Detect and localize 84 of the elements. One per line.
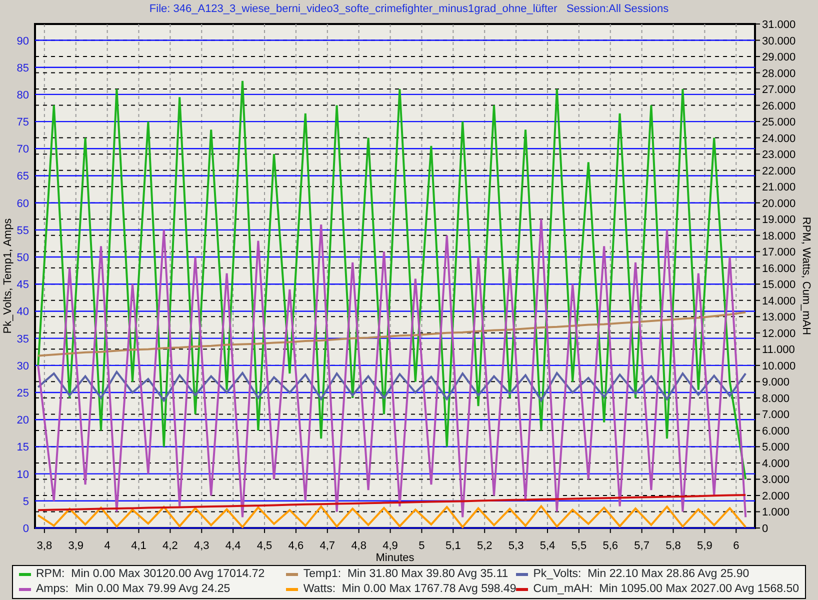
left-tick-label: 85 [16, 62, 29, 74]
right-tick-label: 29.000 [762, 52, 796, 64]
right-tick-label: 12.000 [762, 328, 796, 340]
right-tick-label: 8.000 [762, 392, 790, 405]
right-tick-label: 27.000 [762, 84, 796, 96]
legend-label: RPM: Min 0.00 Max 30120.00 Avg 17014.72 [36, 567, 265, 582]
right-tick-label: 14.000 [762, 295, 796, 308]
legend-label: Amps: Min 0.00 Max 79.99 Avg 24.25 [36, 582, 230, 597]
right-tick-label: 11.000 [762, 344, 795, 356]
x-tick-label: 5,2 [476, 540, 492, 552]
left-tick-label: 20 [16, 414, 29, 427]
right-tick-label: 16.000 [762, 262, 796, 275]
x-tick-label: 4 [104, 540, 110, 552]
x-tick-label: 4,2 [162, 540, 178, 552]
right-tick-label: 28.000 [762, 68, 796, 80]
right-tick-label: 2.000 [762, 490, 790, 502]
x-tick-label: 4,6 [288, 540, 304, 552]
x-tick-label: 4,5 [256, 540, 272, 552]
right-tick-label: 4.000 [762, 458, 790, 470]
left-tick-label: 75 [16, 116, 29, 129]
legend-label: Cum_mAH: Min 1095.00 Max 2027.00 Avg 1568.50 [533, 582, 799, 597]
x-tick-label: 4,8 [351, 540, 366, 552]
right-tick-label: 30.000 [762, 35, 796, 48]
left-tick-label: 45 [16, 279, 29, 292]
left-tick-label: 25 [16, 388, 29, 400]
right-tick-label: 26.000 [762, 100, 796, 112]
x-tick-label: 3,9 [68, 540, 84, 552]
x-tick-label: 5,3 [508, 540, 524, 552]
right-tick-label: 7.000 [762, 409, 790, 422]
x-tick-label: 4,1 [131, 540, 146, 552]
x-tick-label: 5,8 [666, 540, 681, 552]
right-tick-label: 25.000 [762, 116, 796, 129]
left-tick-label: 15 [16, 442, 29, 454]
right-tick-label: 18.000 [762, 230, 796, 242]
left-tick-label: 55 [16, 224, 29, 237]
left-tick-label: 65 [16, 170, 29, 183]
left-tick-label: 30 [16, 360, 29, 372]
right-tick-label: 6.000 [762, 425, 790, 438]
x-tick-label: 5,6 [602, 540, 618, 552]
right-tick-label: 13.000 [762, 312, 796, 324]
left-tick-label: 10 [16, 468, 29, 481]
right-tick-label: 0 [762, 523, 768, 535]
x-tick-label: 5,4 [540, 540, 556, 552]
chart-title: File: 346_A123_3_wiese_berni_video3_softe_crimefighter_minus1grad_ohne_lüfter Session:All Sessions [149, 3, 669, 15]
left-tick-label: 0 [22, 523, 29, 535]
right-tick-label: 22.000 [762, 165, 796, 178]
x-axis-label: Minutes [376, 552, 414, 562]
right-tick-label: 21.000 [762, 182, 796, 194]
left-tick-label: 35 [16, 333, 29, 346]
right-tick-label: 15.000 [762, 279, 796, 292]
x-tick-label: 5,9 [697, 540, 712, 552]
right-tick-label: 17.000 [762, 246, 796, 259]
right-tick-label: 1.000 [762, 506, 790, 519]
x-tick-label: 4,7 [320, 540, 336, 552]
x-tick-label: 3,8 [36, 540, 52, 552]
left-tick-label: 80 [16, 89, 29, 102]
left-tick-label: 90 [16, 35, 29, 48]
y-axis-label: Pk_Volts, Temp1, Amps [2, 218, 14, 334]
left-tick-label: 60 [16, 198, 29, 210]
right-tick-label: 9.000 [762, 376, 790, 389]
x-tick-label: 5 [418, 540, 425, 552]
x-tick-label: 6 [733, 540, 740, 552]
legend-label: Pk_Volts: Min 22.10 Max 28.86 Avg 25.90 [533, 567, 750, 582]
left-tick-label: 5 [22, 496, 29, 508]
right-tick-label: 24.000 [762, 132, 796, 145]
x-tick-label: 5,1 [446, 540, 461, 552]
left-tick-label: 50 [16, 252, 29, 264]
right-tick-label: 20.000 [762, 198, 796, 210]
left-tick-label: 40 [16, 306, 29, 318]
right-tick-label: 3.000 [762, 474, 790, 486]
x-tick-label: 4,4 [225, 540, 241, 552]
x-tick-label: 5,7 [634, 540, 650, 552]
y2-axis-label: RPM, Watts, Cum_mAH [800, 216, 812, 336]
left-tick-label: 70 [16, 144, 29, 156]
right-tick-label: 19.000 [762, 214, 796, 226]
right-tick-label: 5.000 [762, 442, 790, 454]
x-tick-label: 4,3 [194, 540, 210, 552]
right-tick-label: 31.000 [762, 19, 796, 31]
right-tick-label: 23.000 [762, 149, 796, 162]
x-tick-label: 4,9 [382, 540, 398, 552]
right-tick-label: 10.000 [762, 360, 796, 372]
x-tick-label: 5,5 [571, 540, 587, 552]
legend-label: Watts: Min 0.00 Max 1767.78 Avg 598.49 [303, 582, 516, 597]
legend-label: Temp1: Min 31.80 Max 39.80 Avg 35.11 [303, 567, 508, 582]
